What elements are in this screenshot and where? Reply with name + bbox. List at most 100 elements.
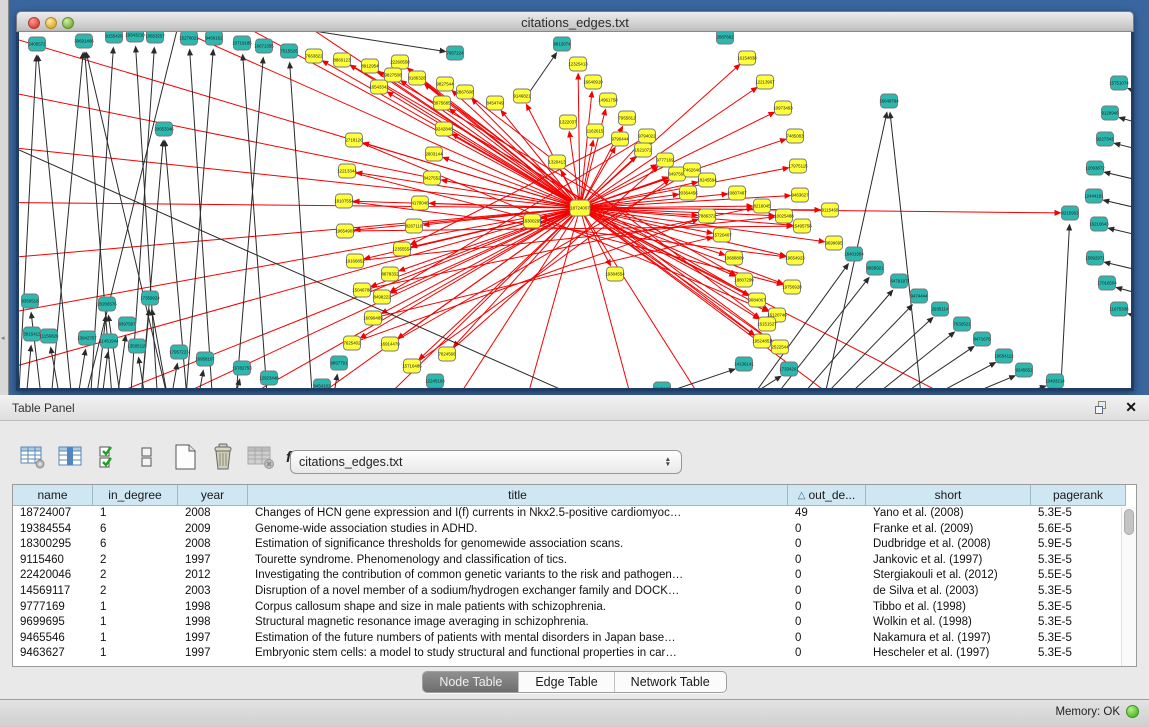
graph-node-label: 16671355 [254,44,274,49]
collapsed-panel-strip[interactable]: ◂ [0,0,9,395]
graph-node-label: 8958921 [866,266,884,271]
table-cell: Wolkin et al. (1998) [866,615,1031,631]
graph-node-label: 13505115 [127,344,147,349]
table-cell: 5.3E-5 [1031,553,1126,569]
graph-node-label: 18724007 [570,206,590,211]
table-cell: 22420046 [13,568,93,584]
table-cell: 9699695 [13,615,93,631]
column-header-title[interactable]: title [248,485,788,506]
table-row[interactable]: 1830029562008Estimation of significance … [13,537,1136,553]
column-header-in_degree[interactable]: in_degree [93,485,178,506]
graph-nodes: 2405572306914069155429193432101065325715… [21,32,1129,388]
table-cell: Embryonic stem cells: a model to study s… [248,646,788,662]
table-row[interactable]: 1456911722003Disruption of a novel membe… [13,584,1136,600]
tab-network-table[interactable]: Network Table [615,672,726,692]
import-table-disabled-button[interactable] [246,442,276,474]
table-row[interactable]: 977716911998Corpus callosum shape and si… [13,600,1136,616]
graph-node-label: 7824566 [438,352,456,357]
graph-node-label: 7632621 [953,322,971,327]
column-header-out_de[interactable]: △out_de... [788,485,866,506]
table-cell: de Silva et al. (2003) [866,584,1031,600]
select-rows-icon [98,444,120,473]
graph-node-label: 8215953 [1061,211,1079,216]
column-header-year[interactable]: year [178,485,248,506]
tab-node-table[interactable]: Node Table [423,672,519,692]
tab-edge-table[interactable]: Edge Table [519,672,614,692]
new-table-button[interactable] [170,442,200,474]
graph-node-label: 18107554 [334,199,354,204]
graph-node-label: 3975685 [433,101,451,106]
table-scrollbar[interactable] [1121,507,1136,666]
table-cell: 9115460 [13,553,93,569]
graph-node-label: 9115460 [822,208,839,213]
graph-node-label: 16782753 [232,366,252,371]
node-table: namein_degreeyeartitle△out_de...shortpag… [12,484,1137,667]
graph-node-label: 12213344 [337,169,357,174]
graph-node-label: 19654923 [785,256,805,261]
table-settings-button[interactable] [18,442,48,474]
graph-node-label: 15716485 [402,364,422,369]
table-row[interactable]: 2242004622012Investigating the contribut… [13,568,1136,584]
graph-node-label: 7515526 [280,49,298,54]
graph-node-label: 11156829 [40,334,59,339]
graph-node-label: 19166852 [345,259,365,264]
table-cell: 18300295 [13,537,93,553]
table-cell: 0 [788,522,866,538]
sort-ascending-icon: △ [798,490,806,501]
network-view-window: citations_edges.txt 24055723069140691554… [16,11,1134,391]
graph-node-label: 10807487 [727,191,747,196]
table-cell: 5.3E-5 [1031,615,1126,631]
table-cell: 9465546 [13,631,93,647]
graph-node-label: 20364456 [678,191,698,196]
graph-node-label: 15720407 [712,233,732,238]
table-selector-dropdown[interactable]: citations_edges.txt ▲▼ [290,450,682,474]
graph-node-label: 17975115 [788,164,808,169]
graph-node-label: 16958107 [195,357,215,362]
graph-node-label: 9084067 [748,298,766,303]
graph-node-label: 8471676 [973,337,991,342]
table-cell: 1 [93,506,178,522]
row-height-button[interactable] [132,442,162,474]
graph-node-label: 2803144 [425,152,443,157]
float-panel-icon[interactable] [1095,401,1109,415]
scrollbar-thumb[interactable] [1124,509,1134,535]
graph-node-label: 9350518 [21,299,39,304]
table-cell: 5.6E-5 [1031,522,1126,538]
delete-table-button[interactable] [208,442,238,474]
table-row[interactable]: 911546021997Tourette syndrome. Phenomeno… [13,553,1136,569]
graph-node-label: 10653257 [145,34,165,39]
table-cell: Dudbridge et al. (2008) [866,537,1031,553]
column-header-pagerank[interactable]: pagerank [1031,485,1126,506]
table-cell: 5.9E-5 [1031,537,1126,553]
table-panel: Table Panel ✕ f(x) citations_edges.txt ▲… [0,395,1149,727]
graph-node-label: 12355554 [392,247,412,252]
window-titlebar[interactable]: citations_edges.txt [16,11,1134,32]
memory-indicator[interactable]: Memory: OK [1055,705,1139,718]
graph-node-label: 17359924 [140,296,160,301]
graph-node-label: 12213967 [755,80,775,85]
table-row[interactable]: 1938455462009Genome-wide association stu… [13,522,1136,538]
delete-table-icon [210,443,236,474]
column-header-name[interactable]: name [13,485,93,506]
network-canvas[interactable]: 2405572306914069155429193432101065325715… [16,32,1134,391]
graph-node-label: 7625402 [343,341,361,346]
graph-node-label: 12444191 [1084,194,1104,199]
table-row[interactable]: 969969511998Structural magnetic resonanc… [13,615,1136,631]
status-bar: Memory: OK [0,699,1149,727]
select-rows-button[interactable] [94,442,124,474]
table-cell: 1 [93,646,178,662]
table-row[interactable]: 946362711997Embryonic stem cells: a mode… [13,646,1136,662]
close-panel-icon[interactable]: ✕ [1125,399,1137,415]
column-visibility-button[interactable] [56,442,86,474]
graph-node-label: 8498222 [373,295,391,300]
table-cell: 5.3E-5 [1031,506,1126,522]
network-graph: 2405572306914069155429193432101065325715… [19,32,1131,388]
table-row[interactable]: 946554611997Estimation of the future num… [13,631,1136,647]
graph-node-label: 8427552 [423,176,441,181]
column-header-short[interactable]: short [866,485,1031,506]
table-row[interactable]: 1872400712008Changes of HCN gene express… [13,506,1136,522]
graph-node-label: 19654903 [335,229,355,234]
graph-node-label: 8912954 [361,64,379,69]
table-selector-value: citations_edges.txt [299,455,665,469]
graph-node-label: 13942757 [77,336,97,341]
